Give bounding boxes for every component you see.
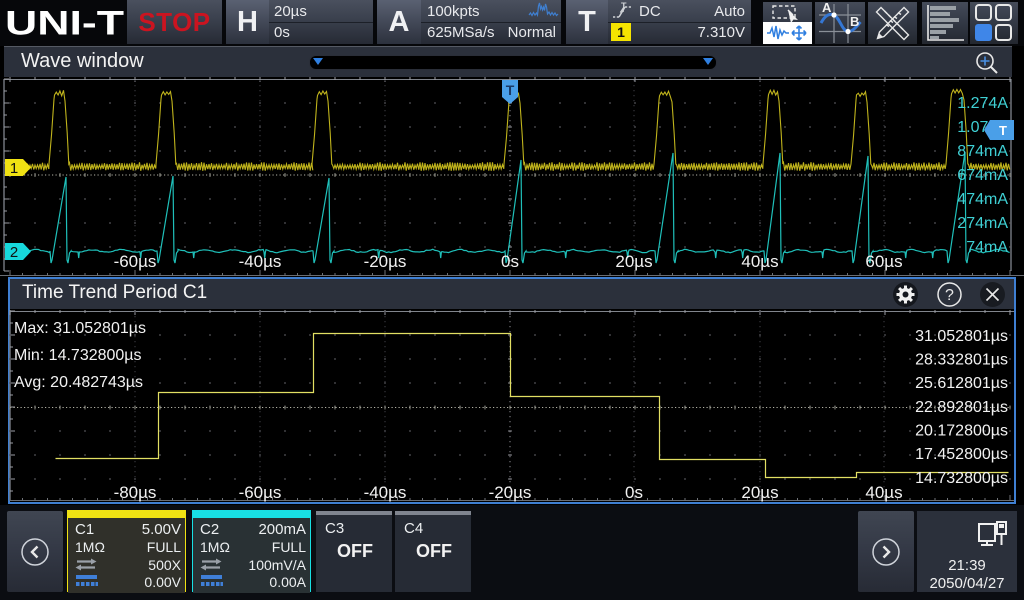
svg-text:22.892801µs: 22.892801µs (915, 399, 1008, 416)
svg-text:17.452800µs: 17.452800µs (915, 446, 1008, 463)
svg-text:0s: 0s (625, 483, 643, 502)
svg-text:40µs: 40µs (865, 483, 902, 502)
svg-text:28.332801µs: 28.332801µs (915, 352, 1008, 369)
svg-text:20µs: 20µs (741, 483, 778, 502)
svg-text:-20µs: -20µs (489, 483, 532, 502)
svg-text:25.612801µs: 25.612801µs (915, 375, 1008, 392)
svg-text:Min: 14.732800µs: Min: 14.732800µs (14, 347, 142, 364)
svg-text:-40µs: -40µs (364, 483, 407, 502)
svg-text:14.732800µs: 14.732800µs (915, 470, 1008, 487)
svg-text:31.052801µs: 31.052801µs (915, 328, 1008, 345)
svg-text:Max: 31.052801µs: Max: 31.052801µs (14, 320, 146, 337)
svg-text:20.172800µs: 20.172800µs (915, 423, 1008, 440)
svg-text:-60µs: -60µs (239, 483, 282, 502)
svg-text:-80µs: -80µs (114, 483, 157, 502)
svg-text:Avg: 20.482743µs: Avg: 20.482743µs (14, 374, 143, 391)
